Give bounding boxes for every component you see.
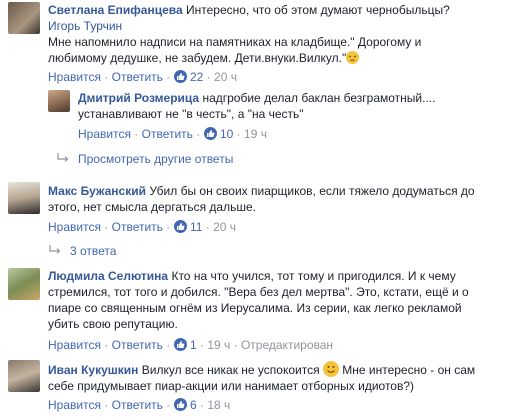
comment-text: убить свою репутацию.: [48, 317, 178, 331]
edited-label[interactable]: Отредактирован: [241, 338, 333, 352]
like-count[interactable]: 11: [190, 220, 202, 234]
like-link[interactable]: Нравится: [48, 70, 101, 84]
thumbs-up-icon: [173, 70, 187, 83]
comment-text: себе придумывает пиар-акции или нанимает…: [48, 379, 415, 393]
smile-emoji-icon: [322, 361, 339, 377]
comment-author[interactable]: Иван Кукушкин: [48, 363, 138, 377]
reply-link[interactable]: Ответить: [112, 398, 163, 412]
like-link[interactable]: Нравится: [78, 127, 131, 141]
comment-text: устанавливают не "в честь", а "на честь": [78, 107, 304, 121]
avatar[interactable]: [8, 182, 40, 214]
comment-actions: Нравится · Ответить · 10 · 19 ч: [78, 127, 267, 141]
timestamp[interactable]: 19 ч: [244, 127, 267, 141]
comment-text: Вилкул все никак не успокоится: [141, 363, 320, 377]
comment: Людмила Селютина Кто на что учился, тот …: [48, 268, 508, 332]
like-link[interactable]: Нравится: [48, 338, 101, 352]
comment-author[interactable]: Людмила Селютина: [48, 269, 168, 283]
pensive-emoji-icon: [346, 51, 360, 64]
thumbs-up-icon: [173, 398, 187, 411]
timestamp[interactable]: 18 ч: [207, 398, 230, 412]
comment-text: стремился, тот того и добился. "Вера без…: [48, 285, 469, 299]
like-count[interactable]: 22: [190, 70, 203, 84]
comment-author[interactable]: Светлана Епифанцева: [48, 3, 183, 17]
timestamp[interactable]: 20 ч: [213, 220, 236, 234]
avatar[interactable]: [8, 360, 40, 392]
avatar[interactable]: [8, 268, 40, 300]
comment: Иван Кукушкин Вилкул все никак не успоко…: [48, 361, 508, 394]
like-link[interactable]: Нравится: [48, 398, 101, 412]
comment-text: любимому дедушке, не забудем. Дети.внуки…: [48, 51, 347, 65]
comment-text: Кто на что учился, тот тому и пригодился…: [171, 269, 456, 283]
like-count[interactable]: 1: [190, 338, 197, 352]
comment-text: этого, нет смысла дергаться дальше.: [48, 200, 256, 214]
reply-link[interactable]: Ответить: [112, 338, 163, 352]
comment-text: Убил бы он своих пиарщиков, если тяжело …: [149, 184, 475, 198]
comment: Светлана Епифанцева Интересно, что об эт…: [48, 2, 508, 66]
reply-arrow-icon: [56, 152, 70, 164]
comment-author[interactable]: Дмитрий Розмерица: [78, 91, 199, 105]
comment-actions: Нравится · Ответить · 1 · 19 ч · Отредак…: [48, 338, 334, 352]
avatar[interactable]: [8, 2, 40, 34]
like-link[interactable]: Нравится: [48, 220, 101, 234]
comment-author[interactable]: Макс Бужанский: [48, 184, 146, 198]
thumbs-up-icon: [173, 338, 187, 351]
reply-arrow-icon: [48, 244, 62, 256]
comment-text: надгробие делал баклан безграмотный....: [202, 91, 436, 105]
like-count[interactable]: 10: [220, 127, 233, 141]
reply-link[interactable]: Ответить: [142, 127, 193, 141]
thumbs-up-icon: [203, 127, 217, 140]
comment-text: Интересно, что об этом думают чернобыльц…: [186, 3, 450, 17]
replies-count-link[interactable]: 3 ответа: [48, 244, 116, 258]
timestamp[interactable]: 20 ч: [214, 70, 237, 84]
view-more-replies-link[interactable]: Просмотреть другие ответы: [56, 152, 233, 166]
timestamp[interactable]: 19 ч: [207, 338, 230, 352]
avatar[interactable]: [48, 90, 70, 112]
comment-actions: Нравится · Ответить · 6 · 18 ч: [48, 398, 231, 412]
comment-text: Мне интересно - он сам: [342, 363, 476, 377]
comment-actions: Нравится · Ответить · 11 · 20 ч: [48, 220, 237, 234]
comment: Макс Бужанский Убил бы он своих пиарщико…: [48, 183, 508, 215]
reply-link[interactable]: Ответить: [112, 220, 163, 234]
comment-text: пиаре со священным огнём из Иерусалима. …: [48, 301, 462, 315]
thumbs-up-icon: [173, 220, 187, 233]
like-count[interactable]: 6: [190, 398, 197, 412]
reply-link[interactable]: Ответить: [112, 70, 163, 84]
comment-actions: Нравится · Ответить · 22 · 20 ч: [48, 70, 237, 84]
comment-text: Мне напомнило надписи на памятниках на к…: [48, 35, 422, 49]
reply-comment: Дмитрий Розмерица надгробие делал баклан…: [78, 90, 508, 122]
tagged-user[interactable]: Игорь Турчин: [48, 18, 508, 34]
